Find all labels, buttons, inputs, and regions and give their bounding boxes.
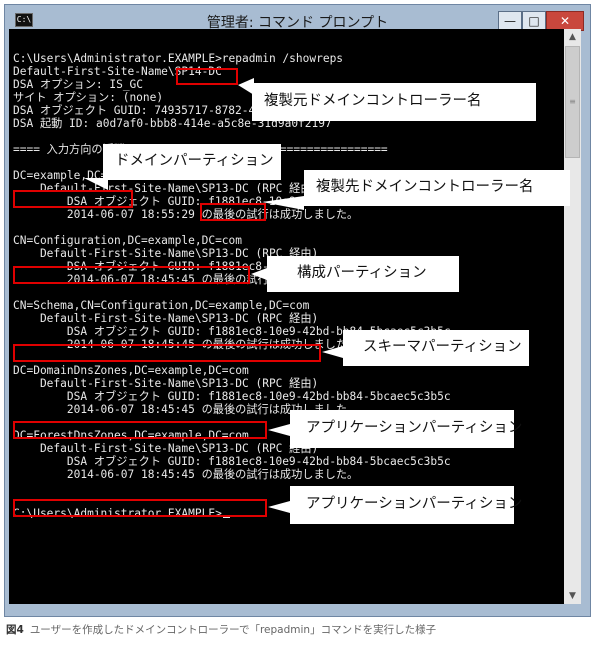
callout-app-partition-1: アプリケーションパーティション: [290, 410, 522, 448]
minimize-button[interactable]: —: [498, 11, 522, 31]
callout-source-dc: 複製元ドメインコントローラー名: [252, 83, 536, 121]
callout-dest-dc-pointer: [262, 196, 304, 210]
console-line: サイト オプション: (none): [13, 91, 164, 104]
scroll-thumb[interactable]: ≡: [565, 46, 580, 158]
vertical-scrollbar[interactable]: ▲ ≡ ▼: [564, 29, 581, 604]
console-line: CN=Schema,CN=Configuration,DC=example,DC…: [13, 299, 310, 312]
console-line: Default-First-Site-Name\SP13-DC (RPC 経由): [13, 442, 319, 455]
callout-config-partition: 構成パーティション: [267, 256, 459, 292]
callout-app-partition-2: アプリケーションパーティション: [290, 486, 522, 524]
figure-caption-text: ユーザーを作成したドメインコントローラーで「repadmin」コマンドを実行した…: [29, 624, 437, 636]
figure-caption: 図4 ユーザーを作成したドメインコントローラーで「repadmin」コマンドを実行…: [6, 622, 436, 637]
console-line: 2014-06-07 18:55:29 の最後の試行は成功しました。: [13, 208, 359, 221]
console-line: Default-First-Site-Name\SP13-DC (RPC 経由): [13, 312, 319, 325]
scroll-down-arrow-icon[interactable]: ▼: [564, 588, 581, 604]
highlight-domain-partition: [13, 190, 133, 208]
highlight-schema-partition: [13, 344, 321, 362]
console-line: C:\Users\Administrator.EXAMPLE>repadmin …: [13, 52, 344, 65]
callout-source-dc-pointer: [238, 78, 254, 95]
highlight-config-partition: [13, 266, 250, 284]
callout-domain-partition: ドメインパーティション: [103, 144, 281, 180]
callout-domain-partition-pointer: [84, 178, 108, 190]
scroll-up-arrow-icon[interactable]: ▲: [564, 29, 581, 45]
console-line: CN=Configuration,DC=example,DC=com: [13, 234, 243, 247]
highlight-forestdns-partition: [13, 499, 267, 517]
callout-dest-dc: 複製先ドメインコントローラー名: [304, 170, 570, 206]
callout-config-partition-pointer: [251, 268, 267, 280]
callout-schema-partition-pointer: [322, 346, 343, 358]
figure-label: 図4: [6, 624, 24, 636]
console-line: DSA オブジェクト GUID: f1881ec8-10e9-42bd-bb84…: [13, 455, 451, 468]
callout-app-partition-2-pointer: [268, 501, 290, 513]
callout-app-partition-1-pointer: [268, 424, 290, 436]
close-button[interactable]: ✕: [546, 11, 584, 31]
maximize-button[interactable]: □: [522, 11, 546, 31]
highlight-domaindns-partition: [13, 421, 267, 439]
highlight-source-dc: [176, 68, 238, 85]
console-line: 2014-06-07 18:45:45 の最後の試行は成功しました。: [13, 468, 359, 481]
console-line: DSA オブジェクト GUID: f1881ec8-10e9-42bd-bb84…: [13, 390, 451, 403]
console-line: Default-First-Site-Name\SP13-DC (RPC 経由): [13, 377, 319, 390]
highlight-dest-dc: [200, 203, 266, 221]
console-line: DSA オプション: IS_GC: [13, 78, 144, 91]
callout-schema-partition: スキーマパーティション: [343, 330, 529, 366]
console-line: DC=DomainDnsZones,DC=example,DC=com: [13, 364, 249, 377]
